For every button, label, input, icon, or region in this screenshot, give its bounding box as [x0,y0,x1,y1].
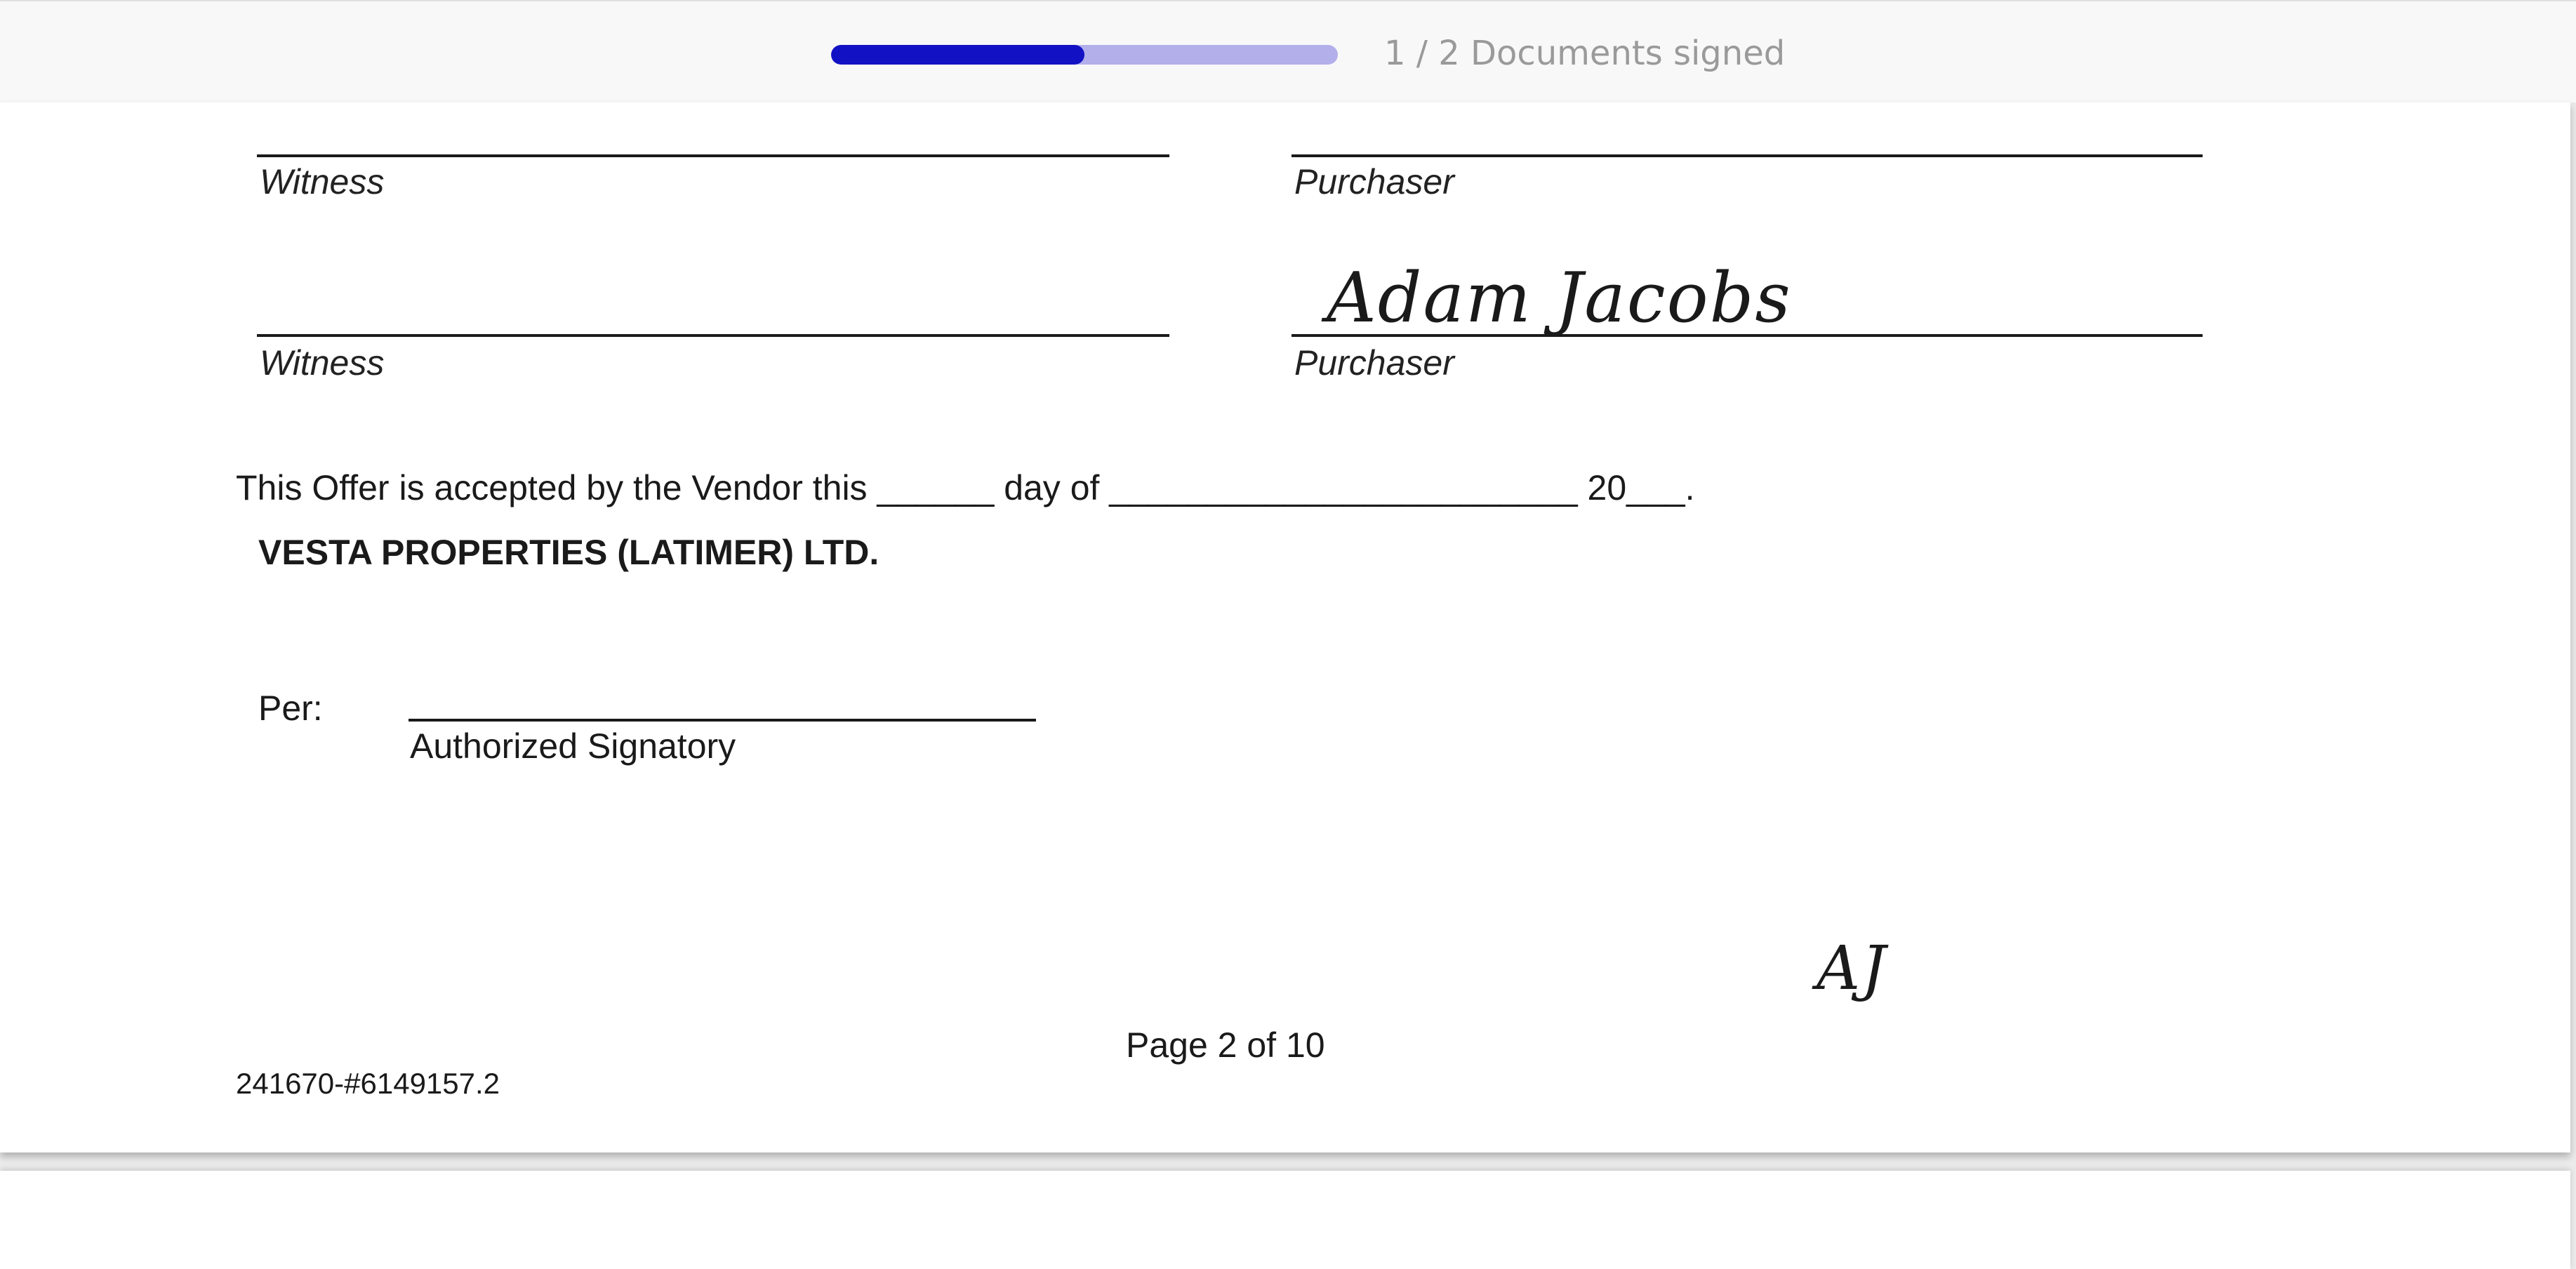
purchaser-label-1: Purchaser [1294,162,1454,201]
progress-fill [831,45,1084,65]
per-label: Per: [258,689,323,728]
witness-label-2: Witness [260,343,385,383]
authorized-signatory-label: Authorized Signatory [410,726,736,766]
witness-signature-line-2[interactable] [257,334,1169,337]
authorized-signatory-line[interactable] [409,719,1036,722]
document-page: Witness Purchaser Witness Adam Jacobs Pu… [0,102,2570,1152]
purchaser-initials[interactable]: AJ [1817,934,1887,1004]
purchaser-signature-line-1[interactable] [1292,154,2203,157]
purchaser-label-2: Purchaser [1294,343,1454,383]
witness-signature-line-1[interactable] [257,154,1169,157]
page-number: Page 2 of 10 [1126,1025,1325,1065]
acceptance-text: This Offer is accepted by the Vendor thi… [236,468,1695,507]
progress-track [831,45,1338,65]
witness-label-1: Witness [260,162,385,201]
progress-label: 1 / 2 Documents signed [1384,34,1786,73]
purchaser-signature[interactable]: Adam Jacobs [1327,258,1792,338]
document-reference: 241670-#6149157.2 [236,1067,500,1100]
next-document-page [0,1171,2570,1269]
purchaser-signature-line-2[interactable] [1292,334,2203,337]
vendor-name: VESTA PROPERTIES (LATIMER) LTD. [258,533,879,572]
signing-progress-bar: 1 / 2 Documents signed [0,0,2576,102]
